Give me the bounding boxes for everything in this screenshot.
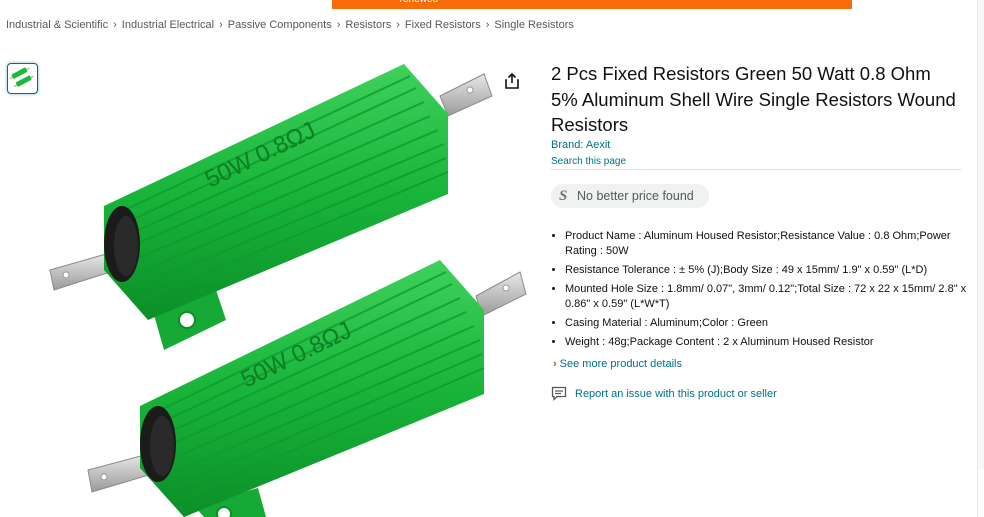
image-thumbnail[interactable] — [7, 63, 38, 94]
breadcrumb-separator: › — [336, 19, 341, 31]
scrollbar-track[interactable] — [977, 0, 984, 470]
product-title: 2 Pcs Fixed Resistors Green 50 Watt 0.8 … — [551, 63, 956, 135]
product-main-image[interactable]: 50W 0.8ΩJ 50W 0.8ΩJ — [44, 58, 530, 517]
scrollbar-divider — [977, 0, 978, 517]
feature-bullet: Mounted Hole Size : 1.8mm/ 0.07", 3mm/ 0… — [565, 282, 980, 312]
chevron-right-icon: › — [553, 358, 557, 370]
price-status-badge: S No better price found — [551, 184, 709, 208]
breadcrumb-industrial-scientific[interactable]: Industrial & Scientific — [6, 19, 108, 31]
promo-text: renewed — [400, 0, 438, 5]
breadcrumb-separator: › — [396, 19, 400, 31]
feature-bullet: Resistance Tolerance : ± 5% (J);Body Siz… — [565, 263, 980, 278]
breadcrumb-single-resistors[interactable]: Single Resistors — [494, 19, 573, 31]
breadcrumb-separator: › — [485, 19, 490, 31]
feature-bullet: Casing Material : Aluminum;Color : Green — [565, 316, 980, 331]
share-icon[interactable] — [503, 72, 521, 90]
report-chat-icon — [551, 386, 567, 401]
breadcrumb-industrial-electrical[interactable]: Industrial Electrical — [122, 19, 214, 31]
s-price-icon: S — [559, 188, 568, 204]
see-more-label: See more product details — [559, 358, 682, 370]
feature-bullet: Product Name : Aluminum Housed Resistor;… — [565, 229, 980, 259]
feature-bullet: Weight : 48g;Package Content : 2 x Alumi… — [565, 335, 980, 350]
breadcrumb: Industrial & Scientific › Industrial Elect… — [6, 19, 574, 31]
promo-banner[interactable]: renewed — [332, 0, 852, 9]
breadcrumb-separator: › — [219, 19, 223, 31]
brand-link[interactable]: Brand: Aexit — [551, 139, 610, 151]
breadcrumb-passive-components[interactable]: Passive Components — [228, 19, 332, 31]
thumbnail-resistor-image — [9, 67, 34, 88]
breadcrumb-separator: › — [113, 19, 117, 31]
breadcrumb-resistors[interactable]: Resistors — [345, 19, 391, 31]
see-more-details-link[interactable]: › See more product details — [553, 358, 682, 370]
feature-bullets: Product Name : Aluminum Housed Resistor;… — [551, 229, 980, 354]
report-issue-link[interactable]: Report an issue with this product or sel… — [551, 386, 777, 401]
price-status-text: No better price found — [577, 189, 694, 203]
divider — [551, 169, 961, 170]
report-issue-label: Report an issue with this product or sel… — [575, 387, 777, 400]
search-this-page-link[interactable]: Search this page — [551, 156, 626, 167]
breadcrumb-fixed-resistors[interactable]: Fixed Resistors — [405, 19, 481, 31]
